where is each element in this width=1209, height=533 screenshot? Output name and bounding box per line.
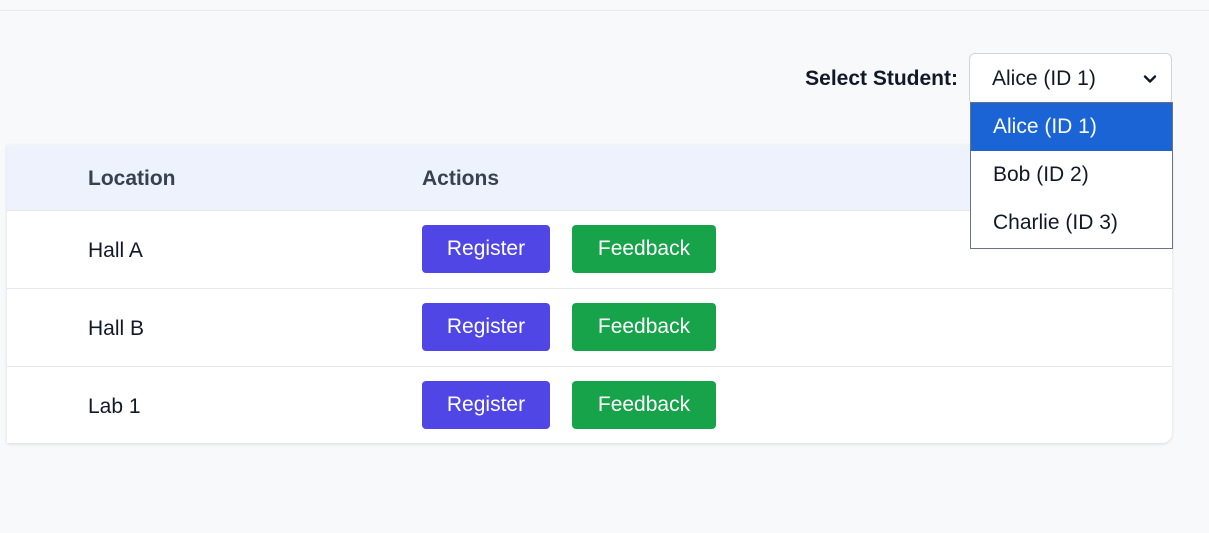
feedback-button[interactable]: Feedback — [572, 303, 716, 351]
location-cell: Lab 1 — [88, 395, 141, 418]
student-select[interactable]: Alice (ID 1) — [969, 53, 1172, 105]
dropdown-option-alice[interactable]: Alice (ID 1) — [971, 103, 1172, 151]
student-dropdown-list: Alice (ID 1) Bob (ID 2) Charlie (ID 3) — [970, 102, 1173, 249]
table-row: Hall B Register Feedback — [7, 289, 1172, 367]
top-divider — [0, 10, 1209, 11]
location-cell: Hall A — [88, 239, 143, 262]
select-student-label: Select Student: — [805, 67, 958, 90]
column-header-location: Location — [88, 167, 176, 190]
location-cell: Hall B — [88, 317, 145, 340]
table-row: Lab 1 Register Feedback — [7, 367, 1172, 443]
register-button[interactable]: Register — [422, 303, 550, 351]
feedback-button[interactable]: Feedback — [572, 381, 716, 429]
dropdown-option-charlie[interactable]: Charlie (ID 3) — [971, 199, 1172, 247]
chevron-down-icon — [1143, 75, 1157, 83]
column-header-actions: Actions — [422, 167, 500, 190]
register-button[interactable]: Register — [422, 225, 550, 273]
student-select-row: Select Student: Alice (ID 1) — [0, 53, 1172, 105]
student-select-value: Alice (ID 1) — [992, 67, 1096, 90]
feedback-button[interactable]: Feedback — [572, 225, 716, 273]
dropdown-option-bob[interactable]: Bob (ID 2) — [971, 151, 1172, 199]
register-button[interactable]: Register — [422, 381, 550, 429]
